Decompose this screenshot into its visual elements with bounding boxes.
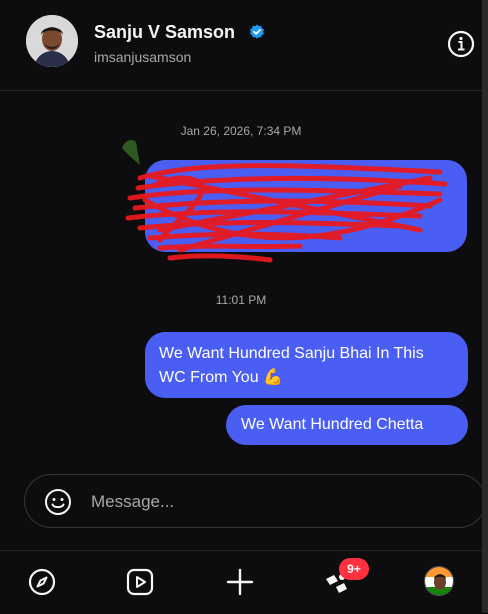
message-composer (24, 474, 486, 528)
emoji-icon[interactable] (44, 488, 72, 516)
dm-screen: Sanju V Samson imsanjusamson Jan 26, 202… (0, 0, 486, 614)
reels-icon[interactable] (125, 567, 155, 597)
window-edge (482, 0, 488, 613)
bottom-nav (0, 550, 482, 614)
message-bubble[interactable]: We Want Hundred Sanju Bhai In This WC Fr… (145, 332, 468, 398)
message-input[interactable] (89, 489, 453, 515)
profile-avatar[interactable] (424, 566, 454, 596)
red-scribble-redaction (122, 140, 448, 263)
timestamp-second: 11:01 PM (215, 293, 267, 307)
message-bubble[interactable]: We Want Hundred Chetta (226, 405, 468, 445)
notification-badge: 9+ (339, 558, 369, 580)
plus-icon[interactable] (225, 567, 255, 597)
compass-icon[interactable] (27, 567, 57, 597)
